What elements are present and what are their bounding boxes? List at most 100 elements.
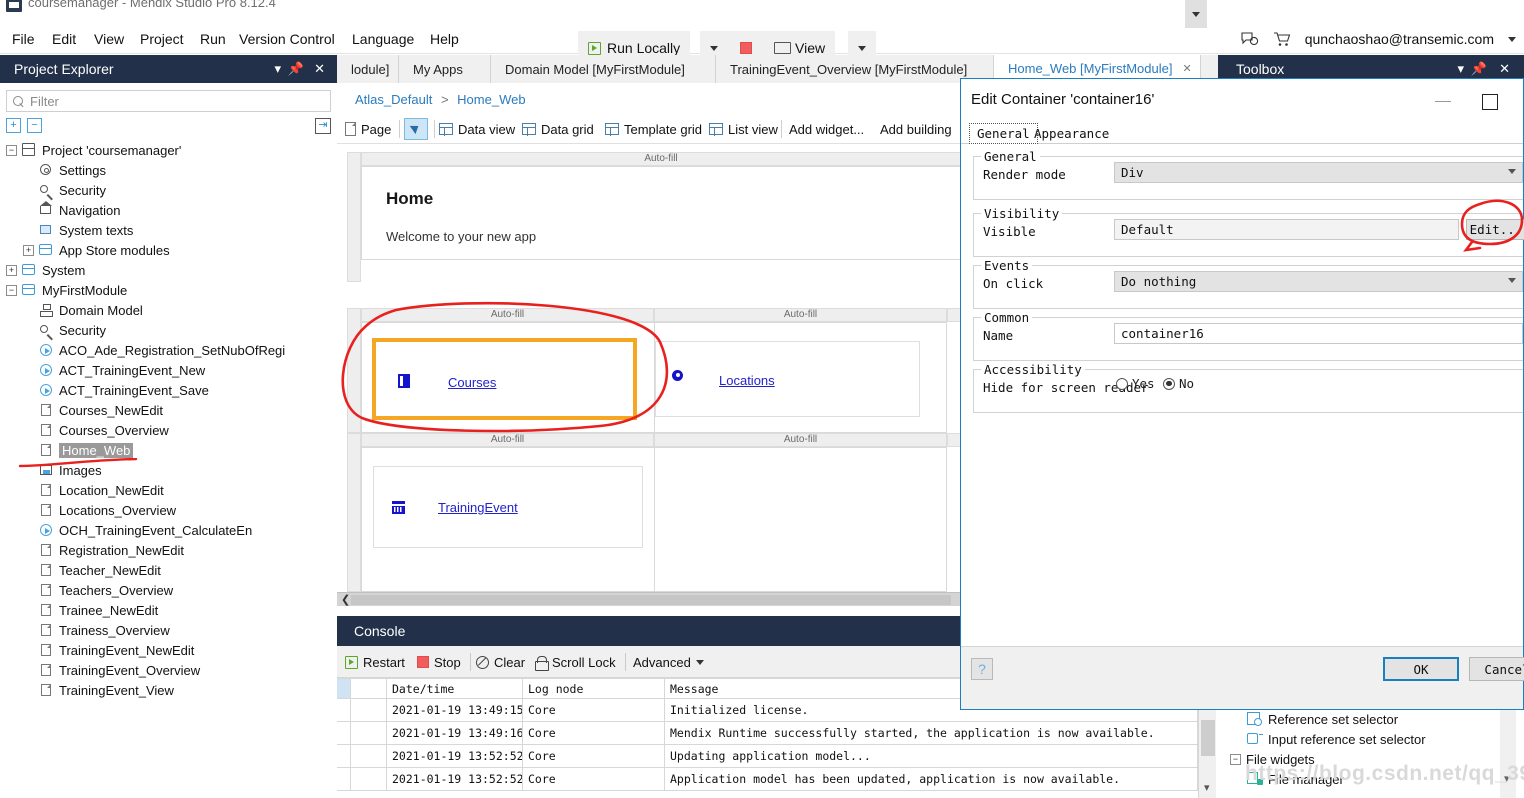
scroll-down-icon[interactable]: ▾ — [1204, 781, 1210, 794]
tree-item-courses-newedit[interactable]: Courses_NewEdit — [0, 400, 337, 420]
close-icon[interactable]: ✕ — [1499, 61, 1510, 77]
tab-domain-model-myfirstmodule[interactable]: Domain Model [MyFirstModule] — [491, 55, 716, 83]
cart-icon[interactable] — [1273, 31, 1291, 47]
tree-expander[interactable]: + — [23, 244, 34, 256]
tree-item-domain-model[interactable]: Domain Model — [0, 300, 337, 320]
toolbox-expander[interactable]: − — [1230, 753, 1241, 765]
chevron-down-icon[interactable] — [1508, 36, 1516, 42]
empty-column[interactable] — [654, 447, 947, 592]
feedback-icon[interactable] — [1241, 32, 1259, 46]
locations-column[interactable]: Locations — [654, 322, 947, 433]
tab-lodule[interactable]: lodule] — [337, 55, 399, 83]
canvas-horizontal-scrollbar[interactable]: ❮ — [337, 592, 962, 606]
expand-all-button[interactable]: + — [6, 118, 21, 133]
console-restart-button[interactable]: Restart — [345, 652, 405, 672]
console-column-header[interactable] — [351, 678, 387, 699]
trainingevent-tile[interactable]: TrainingEvent — [373, 466, 643, 548]
close-icon[interactable]: ✕ — [314, 61, 325, 77]
menu-run[interactable]: Run — [194, 28, 232, 50]
scroll-down-icon[interactable]: ▾ — [1504, 772, 1510, 785]
hide-screen-reader-no-radio[interactable]: No — [1163, 376, 1194, 391]
tree-item-courses-overview[interactable]: Courses_Overview — [0, 420, 337, 440]
name-input[interactable]: container16 — [1114, 323, 1523, 344]
panel-menu-icon[interactable]: ▾ — [274, 61, 281, 77]
on-click-select[interactable]: Do nothing — [1114, 271, 1523, 292]
menu-view[interactable]: View — [88, 28, 130, 50]
toolbar-data-view-button[interactable]: Data view — [439, 118, 515, 140]
toolbox-item-input-reference-set-selector[interactable]: Input reference set selector — [1246, 729, 1426, 749]
tree-item-location-newedit[interactable]: Location_NewEdit — [0, 480, 337, 500]
edit-container-dialog[interactable]: Edit Container 'container16' General App… — [960, 78, 1524, 710]
console-log-table[interactable]: Date/time Log node Message 2021-01-19 13:49… — [337, 678, 1198, 798]
toolbar-pointer-button[interactable] — [404, 118, 428, 140]
tree-item-system[interactable]: + System — [0, 260, 337, 280]
toolbar-template-grid-button[interactable]: Template grid — [605, 118, 702, 140]
menu-language[interactable]: Language — [346, 28, 420, 50]
console-column-header[interactable]: Log node — [523, 678, 665, 699]
console-column-header[interactable] — [337, 678, 351, 699]
toolbox-item-reference-set-selector[interactable]: Reference set selector — [1246, 709, 1398, 729]
panel-menu-icon[interactable]: ▾ — [1457, 61, 1464, 77]
toolbar-add-widget-button[interactable]: Add widget... — [789, 118, 864, 140]
menu-file[interactable]: File — [6, 28, 41, 50]
pin-icon[interactable]: 📌 — [288, 61, 304, 77]
tab-close-icon[interactable]: ✕ — [1182, 62, 1191, 75]
tree-item-home-web[interactable]: Home_Web — [0, 440, 337, 460]
tab-appearance[interactable]: Appearance — [1027, 123, 1116, 144]
help-icon[interactable]: ? — [971, 658, 993, 680]
tree-item-trainingevent-overview[interactable]: TrainingEvent_Overview — [0, 660, 337, 680]
console-scroll-lock-button[interactable]: Scroll Lock — [535, 652, 616, 672]
trainingevent-column[interactable]: TrainingEvent — [361, 447, 654, 592]
tree-item-teachers-overview[interactable]: Teachers_Overview — [0, 580, 337, 600]
locations-link[interactable]: Locations — [719, 373, 775, 388]
tree-item-trainess-overview[interactable]: Trainess_Overview — [0, 620, 337, 640]
tree-item-project-coursemanager[interactable]: − Project 'coursemanager' — [0, 140, 337, 160]
cancel-button[interactable]: Cancel — [1469, 657, 1524, 681]
breadcrumb-root[interactable]: Atlas_Default — [355, 92, 432, 107]
tree-item-settings[interactable]: Settings — [0, 160, 337, 180]
tree-item-act-trainingevent-new[interactable]: ACT_TrainingEvent_New — [0, 360, 337, 380]
project-explorer-filter-input[interactable]: Filter — [6, 90, 331, 112]
tree-expander[interactable]: − — [6, 284, 17, 296]
toolbar-add-building-block-button[interactable]: Add building — [880, 118, 952, 140]
scrollbar-thumb[interactable] — [351, 595, 951, 605]
sync-with-editor-button[interactable]: ⇥ — [315, 118, 331, 134]
tree-item-security[interactable]: Security — [0, 320, 337, 340]
tab-my-apps[interactable]: My Apps — [399, 55, 491, 83]
minimize-icon[interactable] — [1431, 91, 1455, 111]
toolbar-page-button[interactable]: Page — [345, 118, 391, 140]
collapse-all-button[interactable]: − — [27, 118, 42, 133]
tree-item-locations-overview[interactable]: Locations_Overview — [0, 500, 337, 520]
console-clear-button[interactable]: Clear — [476, 652, 525, 672]
pin-icon[interactable]: 📌 — [1471, 61, 1487, 77]
account-email[interactable]: qunchaoshao@transemic.com — [1305, 31, 1494, 47]
home-header-container[interactable]: Home Welcome to your new app — [361, 166, 961, 260]
menu-version-control[interactable]: Version Control — [233, 28, 341, 50]
visible-value-field[interactable]: Default — [1114, 219, 1459, 240]
tree-item-navigation[interactable]: Navigation — [0, 200, 337, 220]
tree-item-app-store-modules[interactable]: + App Store modules — [0, 240, 337, 260]
tree-item-trainingevent-view[interactable]: TrainingEvent_View — [0, 680, 337, 700]
tree-expander[interactable]: − — [6, 144, 17, 156]
tree-item-security[interactable]: Security — [0, 180, 337, 200]
page-canvas[interactable]: Auto-fill Home Welcome to your new app A… — [337, 144, 962, 610]
tree-item-aco-ade-registration-setnubofregi[interactable]: ACO_Ade_Registration_SetNubOfRegi — [0, 340, 337, 360]
tree-expander[interactable]: + — [6, 264, 17, 276]
maximize-icon[interactable] — [1479, 91, 1499, 111]
tree-item-myfirstmodule[interactable]: − MyFirstModule — [0, 280, 337, 300]
toolbar-data-grid-button[interactable]: Data grid — [522, 118, 594, 140]
menu-edit[interactable]: Edit — [46, 28, 82, 50]
tab-trainingevent-overview-myfirstmodule[interactable]: TrainingEvent_Overview [MyFirstModule] — [716, 55, 994, 83]
tree-item-system-texts[interactable]: System texts — [0, 220, 337, 240]
menu-help[interactable]: Help — [424, 28, 465, 50]
tab-overflow-button[interactable] — [1185, 0, 1207, 28]
console-column-header[interactable]: Date/time — [387, 678, 523, 699]
tree-item-och-trainingevent-calculateen[interactable]: OCH_TrainingEvent_CalculateEn — [0, 520, 337, 540]
render-mode-select[interactable]: Div — [1114, 162, 1523, 183]
menu-project[interactable]: Project — [134, 28, 190, 50]
toolbox-item-file-widgets[interactable]: − File widgets — [1230, 749, 1315, 769]
scroll-left-icon[interactable]: ❮ — [341, 593, 350, 606]
scrollbar-thumb[interactable] — [1201, 720, 1215, 756]
console-advanced-button[interactable]: Advanced — [633, 652, 704, 672]
courses-column[interactable]: Courses — [361, 322, 654, 433]
